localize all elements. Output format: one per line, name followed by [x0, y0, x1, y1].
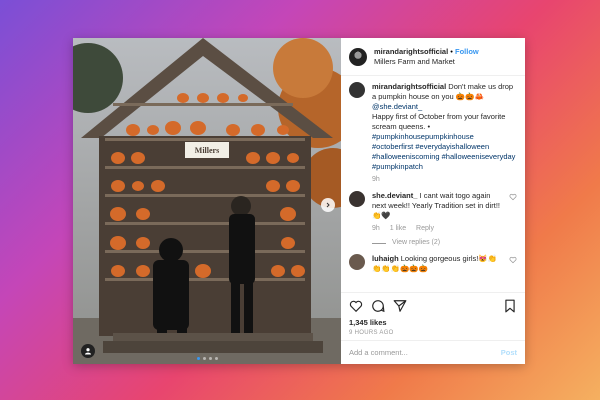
post-location[interactable]: Millers Farm and Market [374, 57, 479, 67]
carousel-dots [73, 357, 341, 360]
tagged-user-icon[interactable] [81, 344, 95, 358]
carousel-dot [202, 357, 206, 360]
caption: mirandarightsofficial Don't make us drop… [349, 82, 517, 185]
comments-list: mirandarightsofficial Don't make us drop… [341, 76, 525, 292]
post-actions: 1,345 likes 9 HOURS AGO [341, 292, 525, 340]
comment-item: she.deviant_ I cant wait togo again next… [349, 191, 517, 248]
pumpkin-house-photo: Millers [73, 38, 341, 364]
separator-dot: • [450, 46, 453, 56]
add-comment-bar: Add a comment... Post [341, 340, 525, 364]
caption-username[interactable]: mirandarightsofficial [372, 82, 446, 91]
commenter-avatar[interactable] [349, 254, 365, 270]
instagram-post-card: Millers mirandarightsofficial • Follow M… [73, 38, 525, 364]
comment-heart-icon[interactable] [509, 256, 517, 264]
comment-icon[interactable] [371, 299, 385, 313]
commenter-avatar[interactable] [349, 191, 365, 207]
post-sidebar: mirandarightsofficial • Follow Millers F… [341, 38, 525, 364]
carousel-dot [196, 357, 200, 360]
comment-username[interactable]: luhaigh [372, 254, 399, 263]
reply-button[interactable]: Reply [416, 225, 434, 232]
caption-text-2: Happy first of October from your favorit… [372, 112, 506, 131]
next-photo-button[interactable] [321, 198, 335, 212]
likes-count[interactable]: 1,345 likes [349, 318, 517, 327]
chevron-right-icon [326, 202, 330, 208]
comment-item: luhaigh Looking gorgeous girls!😻👏👏👏👏🎃🎃🎃 [349, 254, 517, 274]
bookmark-icon[interactable] [503, 299, 517, 313]
post-comment-button[interactable]: Post [501, 348, 517, 357]
heart-icon[interactable] [349, 299, 363, 313]
follow-button[interactable]: Follow [455, 47, 479, 56]
comment-likes[interactable]: 1 like [390, 225, 406, 232]
comment-age[interactable]: 9h [372, 225, 380, 232]
post-header: mirandarightsofficial • Follow Millers F… [341, 38, 525, 76]
post-photo[interactable]: Millers [73, 38, 341, 364]
caption-mention[interactable]: @she.deviant_ [372, 102, 422, 111]
add-comment-input[interactable]: Add a comment... [349, 348, 501, 357]
caption-hashtags[interactable]: #pumpkinhousepumpkinhouse #octoberfirst … [372, 132, 515, 171]
author-username[interactable]: mirandarightsofficial [374, 47, 448, 56]
author-avatar[interactable] [349, 47, 367, 66]
comment-username[interactable]: she.deviant_ [372, 191, 417, 200]
comment-heart-icon[interactable] [509, 193, 517, 201]
caption-age[interactable]: 9h [372, 176, 380, 183]
view-replies[interactable]: View replies (2) [372, 238, 505, 248]
post-timestamp: 9 HOURS AGO [349, 330, 394, 336]
share-icon[interactable] [393, 299, 407, 313]
author-avatar[interactable] [349, 82, 365, 98]
carousel-dot [214, 357, 218, 360]
carousel-dot [208, 357, 212, 360]
millers-sign-text: Millers [195, 146, 219, 155]
